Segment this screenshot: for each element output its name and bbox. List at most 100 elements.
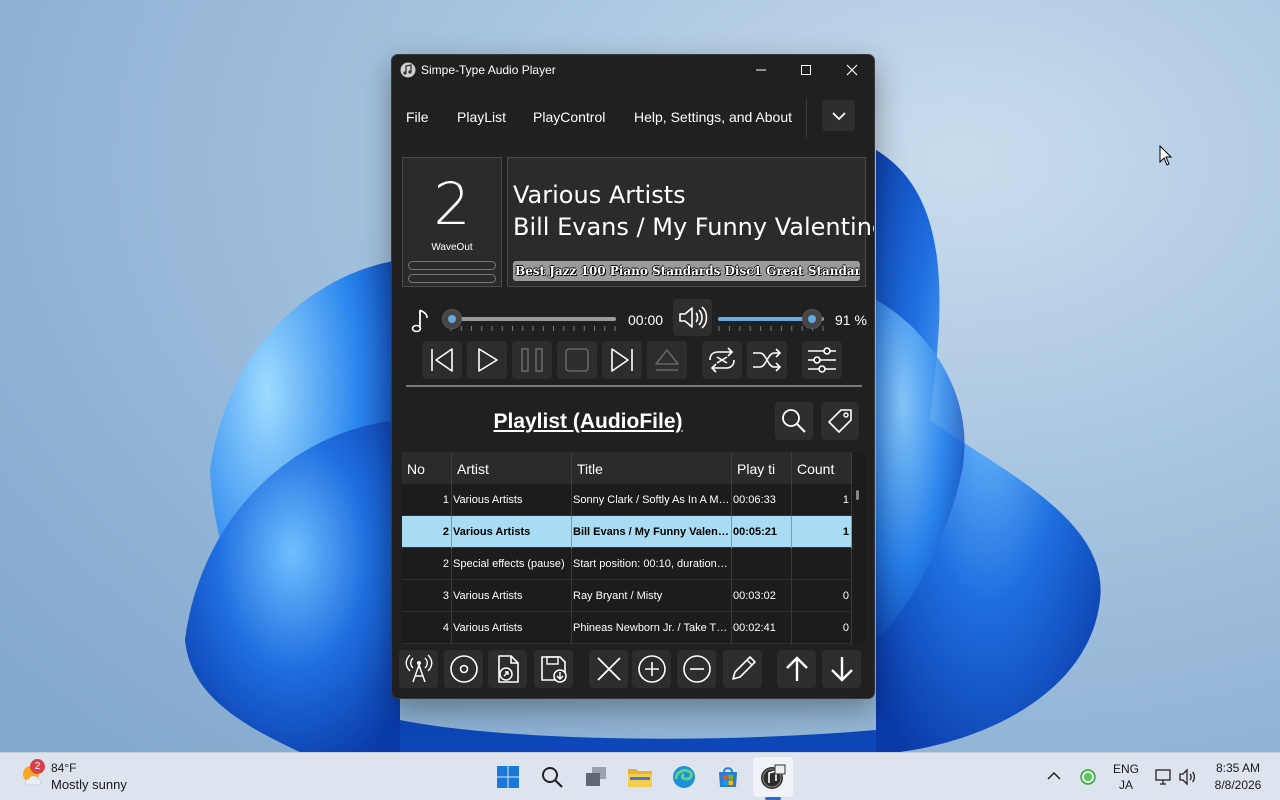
antenna-icon	[405, 654, 432, 683]
playlist-toolbar	[392, 650, 874, 690]
show-hidden-icons-button[interactable]	[1046, 769, 1062, 788]
menu-playcontrol[interactable]: PlayControl	[533, 109, 605, 125]
radio-stream-button[interactable]	[399, 650, 438, 688]
task-view-button[interactable]	[576, 757, 616, 797]
column-header-artist[interactable]: Artist	[452, 452, 572, 484]
now-playing-song: Bill Evans / My Funny Valentine	[513, 213, 875, 241]
next-button[interactable]	[602, 341, 642, 379]
cell-count: 1	[792, 516, 852, 548]
seek-slider-thumb[interactable]	[442, 309, 462, 329]
playlist-search-button[interactable]	[775, 402, 813, 440]
table-row[interactable]: 2 Special effects (pause) Start position: …	[402, 548, 852, 580]
shuffle-button[interactable]	[747, 341, 787, 379]
column-header-title[interactable]: Title	[572, 452, 732, 484]
menu-help-settings-about[interactable]: Help, Settings, and About	[634, 109, 792, 125]
audio-player-taskbar-button[interactable]	[753, 757, 793, 797]
save-playlist-button[interactable]	[534, 650, 573, 688]
language-code: ENG	[1112, 762, 1139, 776]
maximize-button[interactable]	[783, 55, 829, 85]
cell-count: 0	[792, 580, 852, 612]
folder-icon	[628, 769, 652, 787]
track-number: 2	[433, 170, 471, 238]
level-meter-right	[408, 274, 496, 283]
repeat-button[interactable]	[702, 341, 742, 379]
open-file-button[interactable]	[488, 650, 527, 688]
menu-file[interactable]: File	[406, 109, 429, 125]
eject-icon	[655, 349, 679, 371]
app-music-icon	[400, 62, 416, 78]
elapsed-time: 00:00	[628, 312, 664, 328]
edge-browser-button[interactable]	[664, 757, 704, 797]
weather-temperature: 84°F	[51, 761, 77, 775]
cell-play-time: 00:02:41	[732, 612, 792, 644]
windows-logo-icon	[497, 766, 519, 788]
audio-player-window: Simpe-Type Audio Player File PlayList Pl…	[391, 54, 875, 699]
title-bar[interactable]: Simpe-Type Audio Player	[392, 55, 874, 85]
start-button[interactable]	[488, 757, 528, 797]
edit-item-button[interactable]	[723, 650, 762, 688]
menu-more-button[interactable]	[822, 100, 855, 131]
playlist-tag-button[interactable]	[821, 402, 859, 440]
column-header-count[interactable]: Count	[792, 452, 852, 484]
seek-slider-ticks	[450, 326, 616, 331]
search-icon	[542, 767, 563, 788]
move-up-button[interactable]	[777, 650, 816, 688]
file-explorer-button[interactable]	[620, 757, 660, 797]
file-open-icon	[497, 655, 519, 683]
play-icon	[478, 348, 498, 372]
close-button[interactable]	[829, 55, 874, 85]
playlist-header: No Artist Title Play ti Count	[402, 452, 852, 484]
pause-icon	[521, 348, 543, 372]
remove-item-button[interactable]	[589, 650, 628, 688]
volume-button[interactable]	[673, 299, 712, 336]
column-header-no[interactable]: No	[402, 452, 452, 484]
close-icon	[846, 64, 858, 76]
cell-play-time: 00:05:21	[732, 516, 792, 548]
task-view-icon	[586, 767, 606, 786]
cell-title: Sonny Clark / Softly As In A Morning Sun…	[572, 484, 732, 516]
cd-button[interactable]	[444, 650, 483, 688]
add-item-button[interactable]	[632, 650, 671, 688]
minimize-button[interactable]	[738, 55, 784, 85]
menu-playlist[interactable]: PlayList	[457, 109, 506, 125]
equalizer-button[interactable]	[802, 341, 842, 379]
menu-bar: File PlayList PlayControl Help, Settings…	[392, 95, 874, 139]
table-row[interactable]: 4 Various Artists Phineas Newborn Jr. / Ta…	[402, 612, 852, 644]
playlist-title[interactable]: Playlist (AudioFile)	[392, 410, 784, 434]
table-row[interactable]: 2 Various Artists Bill Evans / My Funny Va…	[402, 516, 852, 548]
table-row[interactable]: 1 Various Artists Sonny Clark / Softly As …	[402, 484, 852, 516]
chevron-down-icon	[831, 111, 846, 120]
microsoft-store-button[interactable]	[708, 757, 748, 797]
pause-button[interactable]	[512, 341, 552, 379]
now-playing-panel: Various Artists Bill Evans / My Funny Va…	[507, 157, 874, 287]
skip-previous-icon	[431, 348, 453, 372]
play-button[interactable]	[467, 341, 507, 379]
cell-no: 2	[402, 516, 452, 548]
move-down-button[interactable]	[822, 650, 861, 688]
delete-item-button[interactable]	[677, 650, 716, 688]
track-number-panel: 2 WaveOut	[402, 157, 502, 287]
tray-status-button[interactable]	[1080, 769, 1096, 790]
cell-artist: Various Artists	[452, 612, 572, 644]
cell-count	[792, 548, 852, 580]
seek-slider-track[interactable]	[450, 317, 616, 321]
previous-button[interactable]	[422, 341, 462, 379]
cell-title: Start position: 00:10, duration: 00:05	[572, 548, 732, 580]
taskbar-search-button[interactable]	[532, 757, 572, 797]
table-row[interactable]: 3 Various Artists Ray Bryant / Misty 00:03:…	[402, 580, 852, 612]
weather-notification-badge: 2	[30, 759, 45, 774]
tag-icon	[828, 409, 852, 433]
menu-separator	[806, 99, 807, 139]
window-title: Simpe-Type Audio Player	[421, 63, 556, 77]
column-header-play-time[interactable]: Play ti	[732, 452, 792, 484]
chevron-up-icon	[1047, 771, 1061, 780]
disc-icon	[449, 655, 478, 683]
stop-button[interactable]	[557, 341, 597, 379]
volume-percent: 91 %	[835, 312, 867, 328]
stop-icon	[565, 348, 589, 372]
plus-circle-icon	[637, 655, 666, 683]
cell-artist: Various Artists	[452, 516, 572, 548]
playlist-scrollbar[interactable]	[856, 490, 859, 500]
eject-button[interactable]	[647, 341, 687, 379]
edge-icon	[673, 766, 695, 788]
